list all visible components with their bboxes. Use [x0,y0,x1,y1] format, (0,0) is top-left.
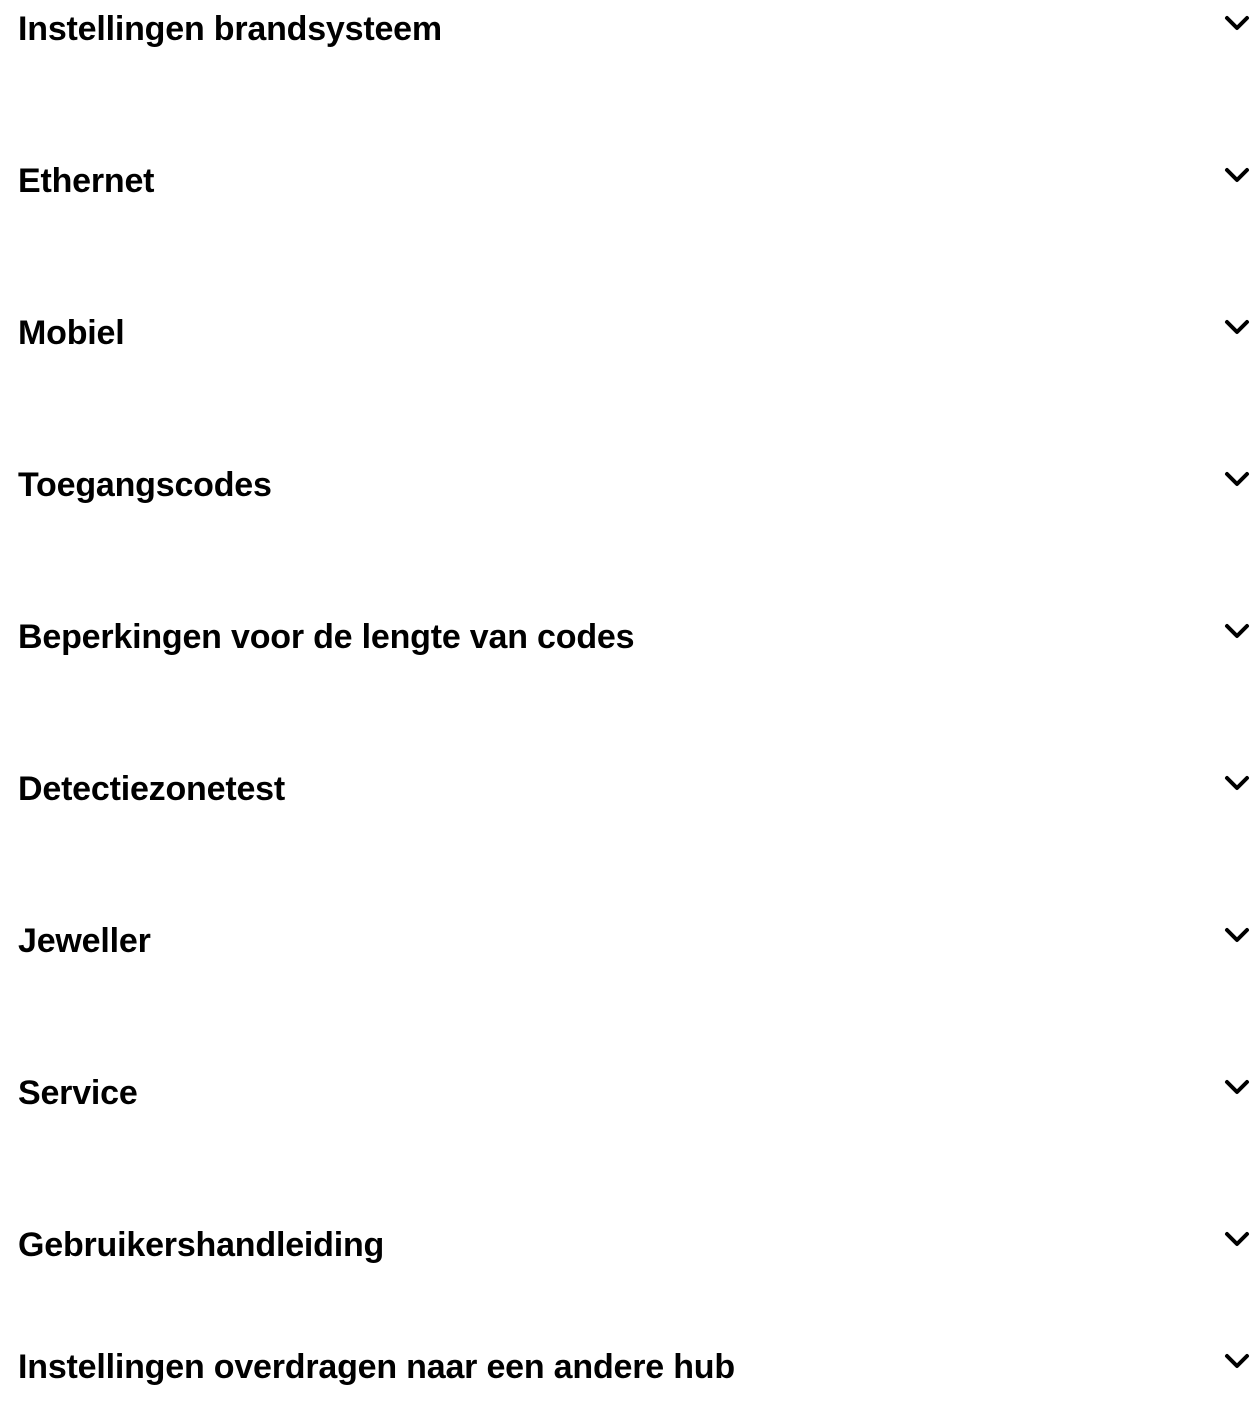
accordion-item-title: Service [18,1074,138,1112]
chevron-down-icon[interactable] [1222,312,1252,342]
accordion-item-title: Detectiezonetest [18,770,285,808]
accordion-item-title: Ethernet [18,162,155,200]
accordion-item-title: Toegangscodes [18,466,272,504]
chevron-down-icon[interactable] [1222,464,1252,494]
accordion-item-transfer-settings[interactable]: Instellingen overdragen naar een andere … [0,1338,1256,1398]
chevron-down-icon[interactable] [1222,160,1252,190]
accordion-item-title: Instellingen brandsysteem [18,10,442,48]
chevron-down-icon[interactable] [1222,616,1252,646]
accordion-item-mobiel[interactable]: Mobiel [0,304,1256,364]
accordion-item-jeweller[interactable]: Jeweller [0,912,1256,972]
accordion-item-detectiezonetest[interactable]: Detectiezonetest [0,760,1256,820]
chevron-down-icon[interactable] [1222,920,1252,950]
accordion-item-service[interactable]: Service [0,1064,1256,1124]
accordion-item-title: Jeweller [18,922,151,960]
accordion-item-title: Instellingen overdragen naar een andere … [18,1348,735,1386]
accordion-item-title: Gebruikershandleiding [18,1226,385,1264]
accordion-item-gebruikershandleiding[interactable]: Gebruikershandleiding [0,1216,1256,1276]
chevron-down-icon[interactable] [1222,8,1252,38]
accordion-item-code-length-restrictions[interactable]: Beperkingen voor de lengte van codes [0,608,1256,668]
settings-accordion: Instellingen brandsysteem Ethernet Mobie… [0,0,1256,1417]
accordion-item-title: Beperkingen voor de lengte van codes [18,618,635,656]
accordion-item-ethernet[interactable]: Ethernet [0,152,1256,212]
chevron-down-icon[interactable] [1222,1072,1252,1102]
chevron-down-icon[interactable] [1222,768,1252,798]
chevron-down-icon[interactable] [1222,1224,1252,1254]
accordion-item-toegangscodes[interactable]: Toegangscodes [0,456,1256,516]
accordion-item-title: Mobiel [18,314,125,352]
chevron-down-icon[interactable] [1222,1346,1252,1376]
accordion-item-instellingen-brandsysteem[interactable]: Instellingen brandsysteem [0,0,1256,60]
